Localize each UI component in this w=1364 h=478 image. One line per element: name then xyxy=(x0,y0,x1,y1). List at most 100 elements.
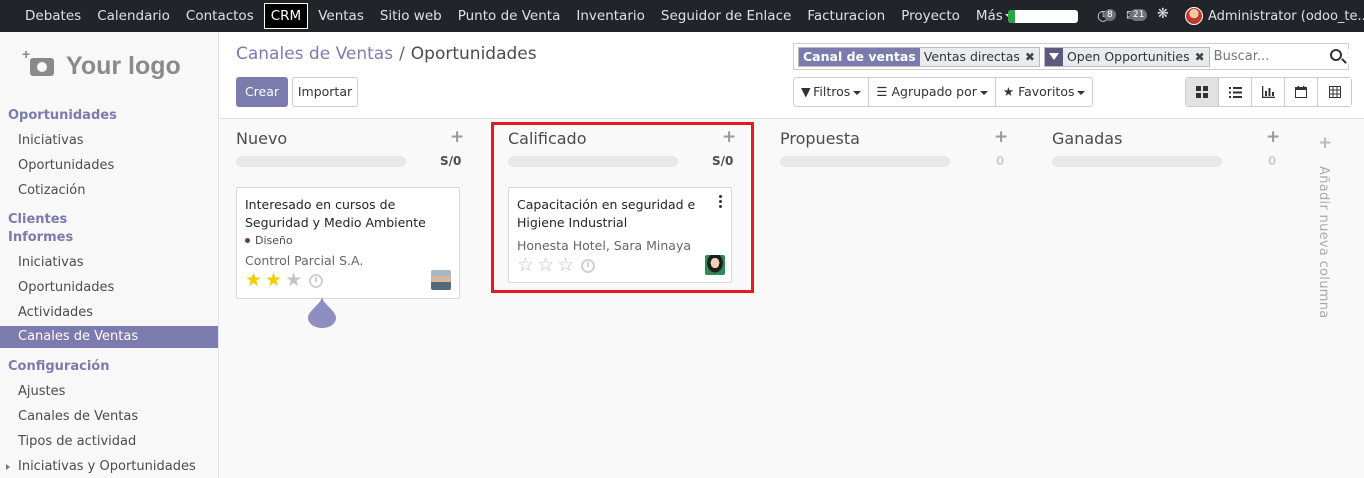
menu-ventas[interactable]: Ventas xyxy=(310,0,372,32)
breadcrumb: Canales de Ventas / Oportunidades xyxy=(236,44,537,64)
top-navbar: Debates Calendario Contactos CRM Ventas … xyxy=(0,0,1364,32)
add-column-icon[interactable]: + xyxy=(1318,133,1332,153)
onboarding-progress-bar[interactable] xyxy=(1008,10,1078,23)
priority-star-icon[interactable]: ★ xyxy=(245,271,262,290)
kanban-view-button[interactable] xyxy=(1186,78,1219,106)
activities-badge: 8 xyxy=(1104,9,1116,21)
column-sum: 0 xyxy=(1268,154,1277,168)
column-title-ganadas[interactable]: Ganadas xyxy=(1052,129,1122,148)
bar-chart-icon xyxy=(1261,86,1275,98)
create-button[interactable]: Crear xyxy=(236,77,288,107)
menu-facturacion[interactable]: Facturacion xyxy=(799,0,893,32)
messages-badge: 21 xyxy=(1130,9,1148,21)
import-button[interactable]: Importar xyxy=(292,77,358,107)
sidebar-item-iniciativas-y-oportunidades[interactable]: Iniciativas y Oportunidades xyxy=(0,456,218,478)
funnel-shape xyxy=(1048,53,1059,60)
add-column-label[interactable]: Añadir nueva columna xyxy=(1316,166,1331,319)
sidebar-item-iniciativas[interactable]: Iniciativas xyxy=(0,130,218,152)
calendar-icon xyxy=(1295,86,1307,98)
sidebar-item-ajustes[interactable]: Ajustes xyxy=(0,381,218,403)
menu-inventario[interactable]: Inventario xyxy=(568,0,653,32)
facet-name: Canal de ventas xyxy=(799,47,920,66)
calendar-view-button[interactable] xyxy=(1285,78,1318,106)
menu-crm[interactable]: CRM xyxy=(263,3,309,29)
menu-proyecto[interactable]: Proyecto xyxy=(893,0,968,32)
search-icon[interactable] xyxy=(1330,49,1342,61)
filter-icon xyxy=(1044,47,1063,66)
tag-label: Diseño xyxy=(255,234,293,247)
sidebar-item-informes-oportunidades[interactable]: Oportunidades xyxy=(0,277,218,299)
remove-facet-icon[interactable]: ✖ xyxy=(1195,48,1205,66)
favorites-label: Favoritos xyxy=(1018,84,1075,99)
card-tag: Diseño xyxy=(245,234,293,247)
sidebar-item-canales-de-ventas[interactable]: Canales de Ventas xyxy=(0,326,218,348)
column-progress-bar[interactable] xyxy=(1052,156,1222,167)
chevron-down-icon xyxy=(1077,90,1086,95)
caret-right-icon xyxy=(6,464,10,470)
sidebar-item-cotizacion[interactable]: Cotización xyxy=(0,180,218,202)
list-view-button[interactable] xyxy=(1219,78,1252,106)
menu-sitio-web[interactable]: Sitio web xyxy=(372,0,450,32)
favorites-dropdown[interactable]: ★ Favoritos xyxy=(996,78,1093,106)
filters-dropdown[interactable]: ▼ Filtros xyxy=(794,78,870,106)
facet-value: Open Opportunities ✖ xyxy=(1062,47,1209,66)
column-sum: 0 xyxy=(996,154,1005,168)
search-bar: Canal de ventas Ventas directas ✖ Open Op… xyxy=(793,43,1364,70)
activity-clock-icon[interactable] xyxy=(309,273,324,288)
star-icon: ★ xyxy=(1002,84,1019,99)
menu-punto-de-venta[interactable]: Punto de Venta xyxy=(450,0,569,32)
quick-create-icon[interactable]: + xyxy=(994,127,1008,147)
menu-contactos[interactable]: Contactos xyxy=(178,0,262,32)
sidebar-section-oportunidades: Oportunidades xyxy=(8,108,117,123)
facet-value: Ventas directas ✖ xyxy=(919,47,1039,66)
menu-debates[interactable]: Debates xyxy=(17,0,89,32)
menu-calendario[interactable]: Calendario xyxy=(89,0,178,32)
card-partner: Control Parcial S.A. xyxy=(245,253,364,268)
user-menu[interactable]: Administrator (odoo_te... xyxy=(1185,0,1364,32)
column-title-propuesta[interactable]: Propuesta xyxy=(780,129,860,148)
chevron-down-icon xyxy=(979,90,988,95)
sidebar-section-clientes[interactable]: Clientes xyxy=(8,212,67,227)
sidebar-item-tipos-actividad[interactable]: Tipos de actividad xyxy=(0,431,218,453)
kanban-card[interactable]: Interesado en cursos de Seguridad y Medi… xyxy=(236,187,460,299)
sidebar-item-actividades[interactable]: Actividades xyxy=(0,302,218,324)
facet-filter: Open Opportunities ✖ xyxy=(1043,46,1210,67)
column-progress-bar[interactable] xyxy=(780,156,950,167)
sidebar-item-oportunidades[interactable]: Oportunidades xyxy=(0,155,218,177)
company-logo: Your logo xyxy=(22,46,181,81)
sidebar-item-label: Iniciativas y Oportunidades xyxy=(18,459,196,474)
bars-icon: ☰ xyxy=(876,84,892,99)
breadcrumb-current: Oportunidades xyxy=(410,44,537,64)
sidebar-item-informes-iniciativas[interactable]: Iniciativas xyxy=(0,252,218,274)
quick-create-icon[interactable]: + xyxy=(450,127,464,147)
priority-star-icon[interactable]: ★ xyxy=(285,271,302,290)
groupby-dropdown[interactable]: ☰ Agrupado por xyxy=(869,78,996,106)
salesperson-avatar xyxy=(431,270,451,290)
chevron-down-icon xyxy=(853,90,862,95)
priority-stars: ★ ★ ★ xyxy=(245,271,324,290)
breadcrumb-separator: / xyxy=(399,44,405,64)
user-avatar xyxy=(1185,7,1203,25)
user-name: Administrator (odoo_te... xyxy=(1208,8,1364,24)
logo-text: Your logo xyxy=(66,52,181,80)
kanban-icon xyxy=(1196,86,1208,98)
view-switcher xyxy=(1185,77,1352,107)
remove-facet-icon[interactable]: ✖ xyxy=(1025,48,1035,66)
breadcrumb-parent[interactable]: Canales de Ventas xyxy=(236,44,393,64)
menu-mas-label: Más xyxy=(975,8,1003,24)
column-title-nuevo[interactable]: Nuevo xyxy=(236,129,287,148)
menu-seguidor-de-enlace[interactable]: Seguidor de Enlace xyxy=(653,0,799,32)
filter-icon: ▼ xyxy=(801,84,814,99)
sidebar-item-config-canales[interactable]: Canales de Ventas xyxy=(0,406,218,428)
table-icon xyxy=(1328,86,1341,98)
bug-icon[interactable]: ❋ xyxy=(1157,6,1169,22)
list-icon xyxy=(1228,86,1242,98)
quick-create-icon[interactable]: + xyxy=(1266,127,1280,147)
column-progress-bar[interactable] xyxy=(236,156,406,167)
priority-star-icon[interactable]: ★ xyxy=(265,271,282,290)
pivot-view-button[interactable] xyxy=(1318,78,1351,106)
search-options: ▼ Filtros ☰ Agrupado por ★ Favoritos xyxy=(793,77,1094,107)
graph-view-button[interactable] xyxy=(1252,78,1285,106)
column-sum: S/0 xyxy=(440,154,462,168)
sidebar-section-configuracion: Configuración xyxy=(8,359,110,374)
